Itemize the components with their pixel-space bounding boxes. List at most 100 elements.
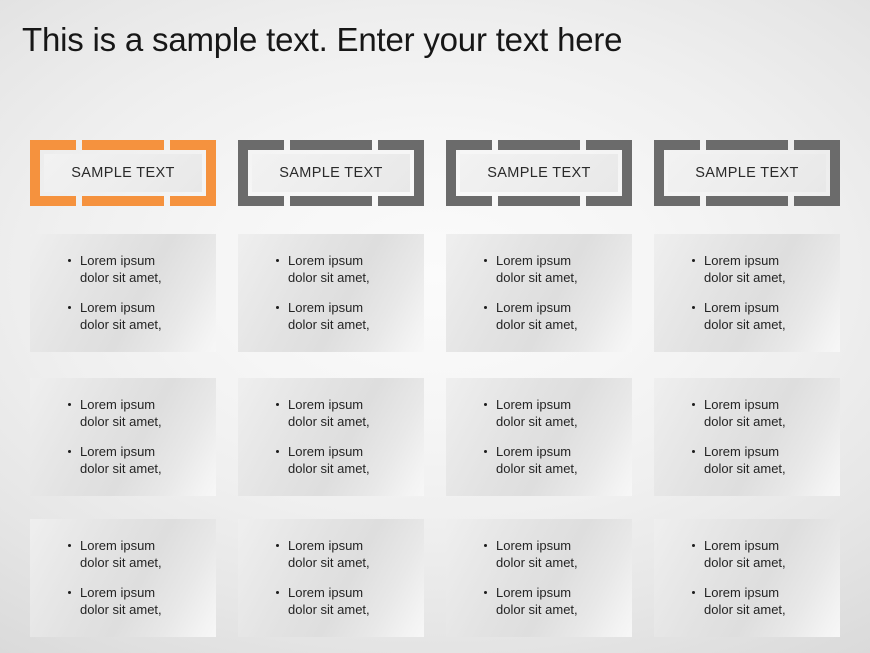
bullet-dot-icon (692, 403, 695, 406)
bullet-line-2: dolor sit amet, (704, 555, 786, 570)
bullet-line-1: Lorem ipsum (496, 397, 572, 412)
content-card[interactable]: Lorem ipsum dolor sit amet, Lorem ipsum do… (654, 519, 840, 637)
bullet-line-1: Lorem ipsum (704, 585, 780, 600)
bullet-dot-icon (484, 403, 487, 406)
list-item: Lorem ipsum dolor sit amet, (36, 252, 210, 286)
bracket-middle-top-segment (498, 140, 580, 150)
bullet-line-2: dolor sit amet, (80, 461, 162, 476)
content-card[interactable]: Lorem ipsum dolor sit amet, Lorem ipsum do… (238, 519, 424, 637)
content-card[interactable]: Lorem ipsum dolor sit amet, Lorem ipsum do… (238, 234, 424, 352)
list-item: Lorem ipsum dolor sit amet, (36, 396, 210, 430)
bullet-list: Lorem ipsum dolor sit amet, Lorem ipsum do… (36, 252, 210, 333)
list-item: Lorem ipsum dolor sit amet, (452, 252, 626, 286)
bullet-line-2: dolor sit amet, (288, 270, 370, 285)
bullet-dot-icon (68, 544, 71, 547)
bullet-line-1: Lorem ipsum (704, 444, 780, 459)
bullet-line-1: Lorem ipsum (496, 253, 572, 268)
bracket-left-bottom-segment (30, 196, 76, 206)
bullet-list: Lorem ipsum dolor sit amet, Lorem ipsum do… (660, 396, 834, 477)
column-header-4-label: SAMPLE TEXT (695, 165, 799, 181)
bullet-list: Lorem ipsum dolor sit amet, Lorem ipsum do… (244, 396, 418, 477)
column-header-2-inner: SAMPLE TEXT (252, 154, 410, 192)
bullet-dot-icon (692, 591, 695, 594)
column-header-3-label: SAMPLE TEXT (487, 165, 591, 181)
bracket-middle-bottom-segment (706, 196, 788, 206)
bracket-middle-bottom-segment (498, 196, 580, 206)
bullet-line-1: Lorem ipsum (704, 300, 780, 315)
bullet-line-1: Lorem ipsum (496, 300, 572, 315)
bullet-line-1: Lorem ipsum (496, 444, 572, 459)
bullet-line-2: dolor sit amet, (288, 414, 370, 429)
bullet-line-1: Lorem ipsum (496, 585, 572, 600)
bullet-line-2: dolor sit amet, (288, 461, 370, 476)
list-item: Lorem ipsum dolor sit amet, (660, 537, 834, 571)
bullet-line-1: Lorem ipsum (288, 444, 364, 459)
bullet-line-1: Lorem ipsum (80, 585, 156, 600)
bullet-line-2: dolor sit amet, (80, 270, 162, 285)
column-header-4[interactable]: SAMPLE TEXT (654, 140, 840, 206)
column-header-1-inner: SAMPLE TEXT (44, 154, 202, 192)
bullet-list: Lorem ipsum dolor sit amet, Lorem ipsum do… (660, 252, 834, 333)
bullet-line-2: dolor sit amet, (704, 270, 786, 285)
bracket-middle-bottom-segment (290, 196, 372, 206)
content-card[interactable]: Lorem ipsum dolor sit amet, Lorem ipsum do… (30, 378, 216, 496)
bullet-list: Lorem ipsum dolor sit amet, Lorem ipsum do… (452, 252, 626, 333)
content-card[interactable]: Lorem ipsum dolor sit amet, Lorem ipsum do… (654, 378, 840, 496)
bullet-line-1: Lorem ipsum (496, 538, 572, 553)
bullet-line-1: Lorem ipsum (704, 253, 780, 268)
column-header-2-label: SAMPLE TEXT (279, 165, 383, 181)
bullet-list: Lorem ipsum dolor sit amet, Lorem ipsum do… (452, 396, 626, 477)
page-title: This is a sample text. Enter your text h… (22, 21, 623, 58)
bracket-right-bottom-segment (586, 196, 632, 206)
bullet-dot-icon (68, 259, 71, 262)
bullet-line-2: dolor sit amet, (496, 414, 578, 429)
bullet-line-1: Lorem ipsum (80, 538, 156, 553)
list-item: Lorem ipsum dolor sit amet, (36, 443, 210, 477)
list-item: Lorem ipsum dolor sit amet, (244, 584, 418, 618)
list-item: Lorem ipsum dolor sit amet, (244, 443, 418, 477)
bullet-line-2: dolor sit amet, (704, 317, 786, 332)
list-item: Lorem ipsum dolor sit amet, (244, 537, 418, 571)
bracket-left-bottom-segment (446, 196, 492, 206)
bullet-dot-icon (276, 544, 279, 547)
content-card[interactable]: Lorem ipsum dolor sit amet, Lorem ipsum do… (446, 519, 632, 637)
bullet-dot-icon (68, 450, 71, 453)
bullet-list: Lorem ipsum dolor sit amet, Lorem ipsum do… (36, 537, 210, 618)
content-card[interactable]: Lorem ipsum dolor sit amet, Lorem ipsum do… (30, 519, 216, 637)
content-card[interactable]: Lorem ipsum dolor sit amet, Lorem ipsum do… (238, 378, 424, 496)
bullet-dot-icon (68, 591, 71, 594)
list-item: Lorem ipsum dolor sit amet, (36, 584, 210, 618)
bullet-line-2: dolor sit amet, (288, 602, 370, 617)
column-header-3[interactable]: SAMPLE TEXT (446, 140, 632, 206)
bullet-dot-icon (484, 450, 487, 453)
content-card[interactable]: Lorem ipsum dolor sit amet, Lorem ipsum do… (30, 234, 216, 352)
bullet-dot-icon (484, 591, 487, 594)
bullet-list: Lorem ipsum dolor sit amet, Lorem ipsum do… (244, 252, 418, 333)
content-card[interactable]: Lorem ipsum dolor sit amet, Lorem ipsum do… (446, 234, 632, 352)
list-item: Lorem ipsum dolor sit amet, (244, 252, 418, 286)
bullet-line-1: Lorem ipsum (80, 300, 156, 315)
bullet-line-2: dolor sit amet, (496, 270, 578, 285)
bullet-line-1: Lorem ipsum (704, 397, 780, 412)
list-item: Lorem ipsum dolor sit amet, (452, 584, 626, 618)
content-card[interactable]: Lorem ipsum dolor sit amet, Lorem ipsum do… (446, 378, 632, 496)
column-header-1[interactable]: SAMPLE TEXT (30, 140, 216, 206)
list-item: Lorem ipsum dolor sit amet, (660, 252, 834, 286)
bullet-list: Lorem ipsum dolor sit amet, Lorem ipsum do… (660, 537, 834, 618)
bullet-dot-icon (484, 306, 487, 309)
content-card[interactable]: Lorem ipsum dolor sit amet, Lorem ipsum do… (654, 234, 840, 352)
list-item: Lorem ipsum dolor sit amet, (36, 537, 210, 571)
column-header-2[interactable]: SAMPLE TEXT (238, 140, 424, 206)
bullet-dot-icon (692, 259, 695, 262)
bullet-dot-icon (68, 306, 71, 309)
bullet-line-1: Lorem ipsum (288, 585, 364, 600)
bullet-dot-icon (484, 544, 487, 547)
bullet-line-2: dolor sit amet, (704, 461, 786, 476)
slide-canvas: This is a sample text. Enter your text h… (0, 0, 870, 653)
bullet-dot-icon (68, 403, 71, 406)
bullet-line-1: Lorem ipsum (288, 538, 364, 553)
bracket-middle-top-segment (82, 140, 164, 150)
bullet-dot-icon (692, 544, 695, 547)
list-item: Lorem ipsum dolor sit amet, (244, 396, 418, 430)
bullet-line-2: dolor sit amet, (80, 317, 162, 332)
